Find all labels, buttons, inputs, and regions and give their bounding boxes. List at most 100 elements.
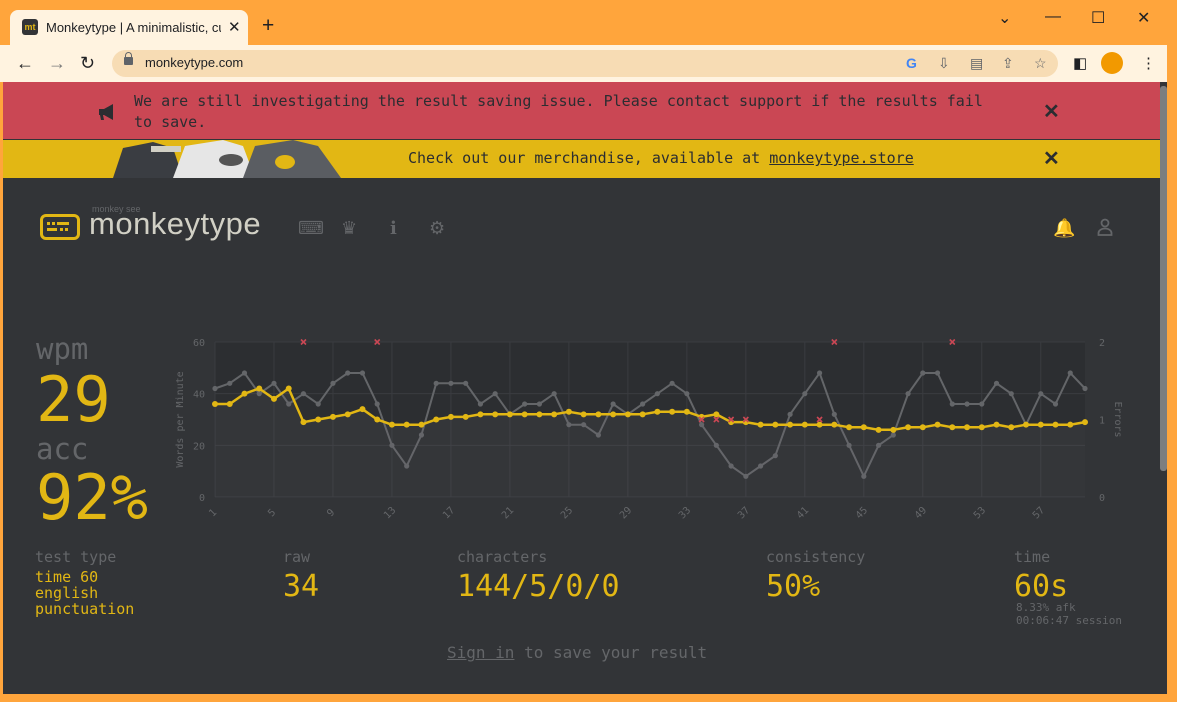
x-tick-label: 25 bbox=[559, 505, 575, 521]
wpm-series-point bbox=[846, 424, 853, 431]
wpm-series-point bbox=[344, 411, 351, 418]
tab-search-icon[interactable]: ⌄ bbox=[998, 8, 1011, 28]
wpm-series-point bbox=[580, 411, 587, 418]
info-icon[interactable]: i bbox=[390, 218, 397, 239]
raw-wpm-series-point bbox=[1038, 391, 1044, 397]
x-tick-label: 37 bbox=[736, 505, 752, 521]
raw-wpm-series-point bbox=[241, 370, 248, 376]
wpm-series-point bbox=[329, 413, 336, 420]
raw-wpm-series-point bbox=[669, 380, 675, 386]
bookmark-star-icon[interactable]: ☆ bbox=[1034, 55, 1047, 72]
raw-wpm-series-point bbox=[802, 391, 808, 397]
back-icon[interactable]: ← bbox=[16, 53, 34, 74]
megaphone-icon bbox=[97, 102, 119, 127]
x-tick-label: 29 bbox=[618, 505, 634, 521]
wpm-series-point bbox=[285, 385, 292, 392]
raw-wpm-series-point bbox=[315, 401, 321, 407]
wpm-series-point bbox=[890, 426, 897, 433]
y2-tick-label: 2 bbox=[1099, 338, 1105, 349]
wpm-series-point bbox=[669, 408, 676, 415]
reload-icon[interactable]: ↻ bbox=[80, 53, 95, 74]
wpm-series-point bbox=[256, 385, 263, 392]
time-value: 60s bbox=[1014, 569, 1069, 604]
wpm-series-point bbox=[978, 424, 985, 431]
wpm-chart[interactable]: 02040600121 5 9 13 17 21 25 29 33 37 41 45 49 53 57Wor… bbox=[163, 332, 1123, 532]
wpm-series-point bbox=[536, 411, 543, 418]
x-tick-label: 13 bbox=[382, 505, 398, 521]
bell-icon[interactable]: 🔔 bbox=[1053, 218, 1075, 239]
y-axis-label: Words per Minute bbox=[175, 371, 186, 467]
translate-icon[interactable]: ▤ bbox=[970, 55, 983, 72]
characters-value: 144/5/0/0 bbox=[457, 569, 620, 604]
gear-icon[interactable]: ⚙ bbox=[429, 218, 445, 239]
raw-wpm-series-point bbox=[949, 401, 955, 407]
test-type-label: test type bbox=[35, 548, 117, 566]
wpm-series-point bbox=[241, 390, 248, 397]
wpm-series-point bbox=[270, 395, 277, 402]
menu-kebab-icon[interactable]: ⋮ bbox=[1141, 54, 1156, 72]
raw-wpm-series-point bbox=[1082, 385, 1088, 392]
side-panel-icon[interactable]: ◧ bbox=[1073, 54, 1087, 72]
tab-title: Monkeytype | A minimalistic, customizabl… bbox=[46, 20, 221, 35]
wpm-series-point bbox=[639, 411, 646, 418]
x-tick-label: 41 bbox=[795, 505, 811, 521]
url-text[interactable]: monkeytype.com bbox=[145, 55, 243, 70]
raw-wpm-series-point bbox=[787, 411, 793, 417]
raw-wpm-series-point bbox=[1052, 401, 1059, 407]
wpm-series-point bbox=[993, 421, 1000, 428]
notice-merch-prefix: Check out our merchandise, available at bbox=[408, 149, 770, 167]
wpm-series-point bbox=[1082, 419, 1088, 426]
afk-text: 8.33% afk bbox=[1016, 601, 1076, 614]
wpm-series-point bbox=[212, 401, 218, 407]
monkeytype-logo-icon[interactable] bbox=[40, 214, 80, 240]
wpm-series-point bbox=[831, 421, 838, 428]
wpm-series-point bbox=[462, 413, 469, 420]
wpm-series-point bbox=[860, 424, 867, 431]
account-icon[interactable] bbox=[1097, 218, 1113, 241]
raw-wpm-series-point bbox=[477, 401, 484, 407]
raw-wpm-series-point bbox=[1008, 391, 1014, 397]
install-app-icon[interactable]: ⇩ bbox=[938, 55, 950, 72]
maximize-icon[interactable]: ☐ bbox=[1091, 8, 1105, 28]
merch-store-link[interactable]: monkeytype.store bbox=[769, 149, 914, 167]
wpm-series-point bbox=[949, 424, 956, 431]
profile-avatar-icon[interactable] bbox=[1101, 52, 1123, 74]
raw-wpm-series-point bbox=[359, 370, 366, 376]
wpm-series-point bbox=[610, 411, 617, 418]
wpm-series-point bbox=[492, 411, 499, 418]
lock-icon[interactable] bbox=[124, 52, 133, 65]
wpm-series-point bbox=[1037, 421, 1044, 428]
page-scrollbar[interactable] bbox=[1160, 82, 1167, 694]
acc-value: 92% bbox=[36, 461, 148, 534]
forward-icon[interactable]: → bbox=[48, 53, 66, 74]
logo-text[interactable]: monkeytype bbox=[89, 206, 261, 242]
raw-wpm-series-point bbox=[934, 370, 941, 376]
close-notice-merch-icon[interactable]: ✕ bbox=[1043, 146, 1060, 171]
raw-wpm-series-point bbox=[492, 391, 498, 397]
minimize-icon[interactable]: — bbox=[1045, 8, 1061, 26]
crown-icon[interactable]: ♛ bbox=[341, 218, 357, 239]
wpm-series-point bbox=[551, 411, 558, 418]
scrollbar-thumb[interactable] bbox=[1160, 86, 1167, 471]
google-lens-icon[interactable]: G bbox=[906, 55, 917, 71]
share-icon[interactable]: ⇪ bbox=[1002, 55, 1014, 72]
new-tab-icon[interactable]: + bbox=[262, 15, 274, 36]
x-tick-label: 17 bbox=[441, 505, 457, 521]
signin-prompt: Sign in to save your result bbox=[447, 643, 707, 662]
signin-rest-text: to save your result bbox=[514, 643, 708, 662]
raw-wpm-series-point bbox=[463, 380, 469, 386]
close-notice-red-icon[interactable]: ✕ bbox=[1043, 99, 1060, 124]
address-bar[interactable]: monkeytype.com G ⇩ ▤ ⇪ ☆ bbox=[112, 50, 1058, 77]
browser-tab[interactable]: mt Monkeytype | A minimalistic, customiz… bbox=[10, 10, 248, 45]
x-tick-label: 53 bbox=[972, 505, 988, 521]
time-label: time bbox=[1014, 548, 1051, 566]
wpm-series-point bbox=[506, 411, 513, 418]
window-close-icon[interactable]: ✕ bbox=[1137, 8, 1150, 28]
keyboard-icon[interactable]: ⌨ bbox=[298, 218, 324, 239]
consistency-label: consistency bbox=[766, 548, 866, 566]
raw-wpm-series-point bbox=[536, 401, 543, 407]
wpm-series-point bbox=[521, 411, 528, 418]
characters-label: characters bbox=[457, 548, 548, 566]
sign-in-link[interactable]: Sign in bbox=[447, 643, 514, 662]
tab-close-icon[interactable]: ✕ bbox=[228, 18, 241, 36]
